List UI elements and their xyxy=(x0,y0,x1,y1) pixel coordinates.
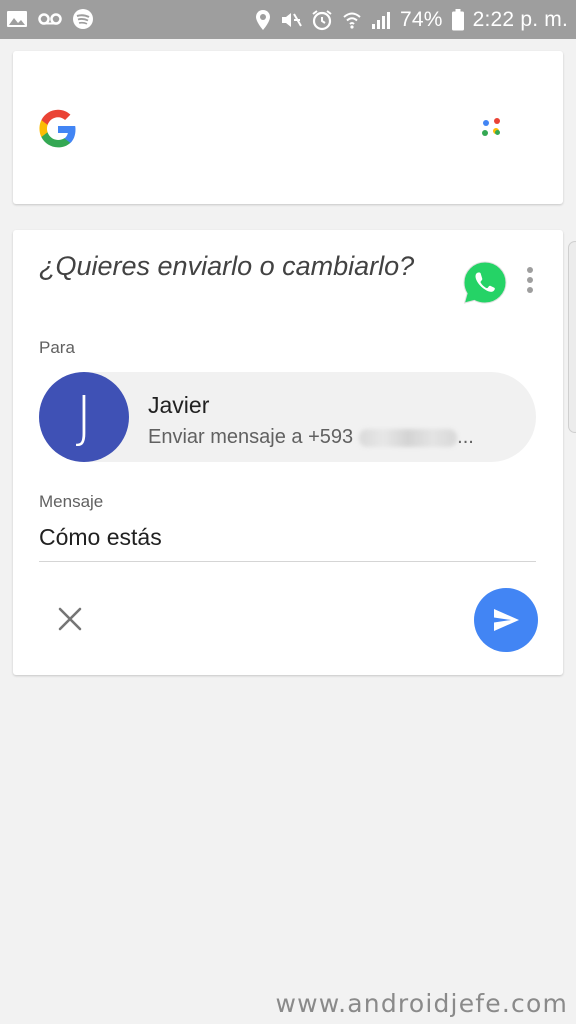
assistant-card xyxy=(13,51,563,204)
spotify-icon xyxy=(72,8,94,30)
more-options-icon[interactable] xyxy=(524,267,536,299)
voicemail-icon xyxy=(38,11,62,27)
assistant-dots-icon[interactable] xyxy=(481,117,505,139)
whatsapp-icon[interactable] xyxy=(460,258,510,308)
status-bar: 74% 2:22 p. m. xyxy=(0,0,576,39)
next-card-edge xyxy=(568,241,576,433)
message-field[interactable]: Cómo estás xyxy=(39,524,162,551)
contact-subtitle-text: Enviar mensaje a +593 xyxy=(148,426,354,448)
card-question: ¿Quieres enviarlo o cambiarlo? xyxy=(39,251,415,281)
image-icon xyxy=(6,9,28,29)
send-message-card: ¿Quieres enviarlo o cambiarlo? Para J Ja… xyxy=(13,230,563,675)
status-bar-left xyxy=(6,8,94,30)
google-g-icon[interactable] xyxy=(37,108,79,150)
message-underline xyxy=(39,561,536,562)
send-button[interactable] xyxy=(474,588,538,652)
contact-subtitle: Enviar mensaje a +593... xyxy=(148,426,474,449)
alarm-icon xyxy=(311,9,333,31)
blurred-phone-number xyxy=(359,428,458,447)
contact-chip[interactable]: J Javier Enviar mensaje a +593... xyxy=(39,372,536,462)
watermark: www.androidjefe.com xyxy=(275,989,568,1018)
contact-name: Javier xyxy=(148,392,210,418)
status-time: 2:22 p. m. xyxy=(472,7,568,31)
mute-icon xyxy=(280,10,302,30)
battery-percent: 74% xyxy=(399,7,443,31)
close-icon[interactable] xyxy=(55,604,85,634)
ellipsis: ... xyxy=(457,426,474,448)
avatar: J xyxy=(39,372,129,462)
message-label: Mensaje xyxy=(39,492,104,511)
send-icon xyxy=(494,609,519,631)
signal-icon xyxy=(371,10,391,30)
battery-icon xyxy=(451,8,464,31)
status-bar-right: 74% 2:22 p. m. xyxy=(255,0,568,39)
location-icon xyxy=(255,9,271,31)
wifi-icon xyxy=(342,10,362,30)
to-label: Para xyxy=(39,338,75,357)
